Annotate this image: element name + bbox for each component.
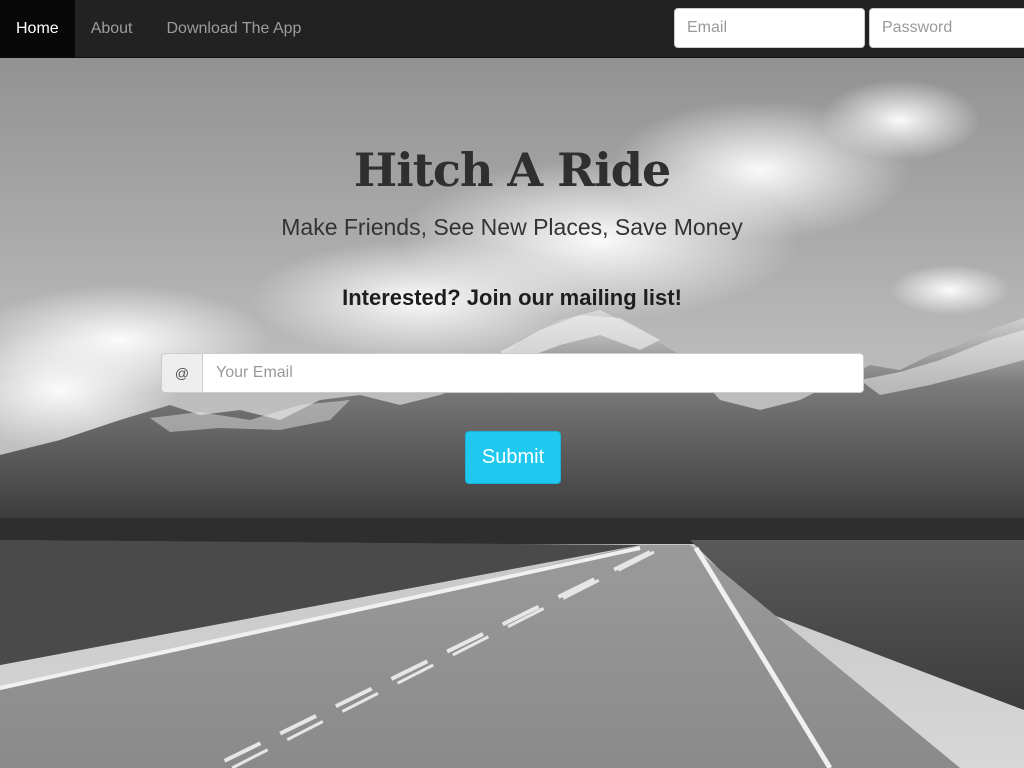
login-form <box>674 8 1024 48</box>
page-title: Hitch A Ride <box>353 143 672 197</box>
top-navbar: Home About Download The App <box>0 0 1024 58</box>
nav-item-download-app[interactable]: Download The App <box>149 0 318 58</box>
mailing-list-email-input[interactable] <box>202 353 864 393</box>
submit-button[interactable]: Submit <box>465 431 561 484</box>
nav-item-about[interactable]: About <box>75 0 149 58</box>
at-sign-icon: @ <box>161 353 202 393</box>
login-password-input[interactable] <box>869 8 1024 48</box>
mailing-list-form: @ <box>161 353 864 393</box>
page-subtitle: Make Friends, See New Places, Save Money <box>281 214 743 240</box>
login-email-input[interactable] <box>674 8 865 48</box>
hero-section: Hitch A Ride Make Friends, See New Place… <box>0 0 1024 768</box>
nav-item-home[interactable]: Home <box>0 0 75 58</box>
nav-links: Home About Download The App <box>0 0 317 58</box>
mailing-list-heading: Interested? Join our mailing list! <box>342 285 682 310</box>
